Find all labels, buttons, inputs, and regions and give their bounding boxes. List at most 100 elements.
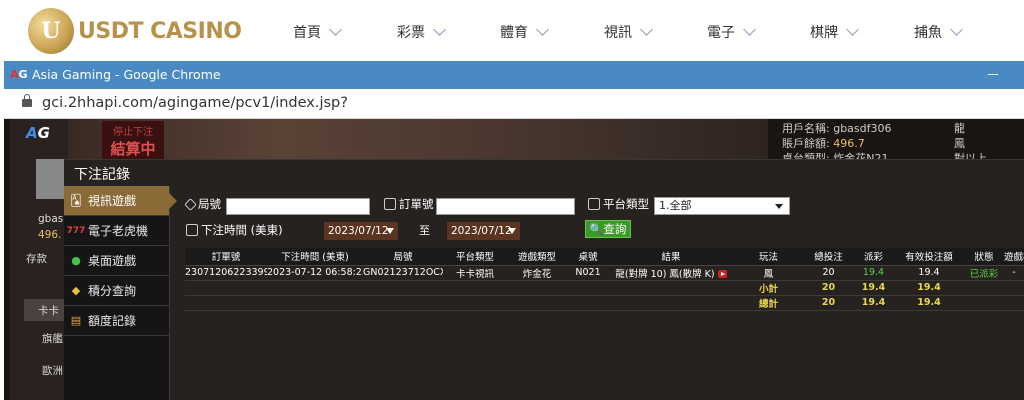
nav-fishing[interactable]: 捕魚 (914, 22, 963, 42)
menu-live-games[interactable]: 🂡 視訊遊戲 (64, 186, 177, 216)
chevron-down-icon (743, 23, 756, 36)
menu-label: 積分查詢 (88, 284, 137, 298)
table-header-row: 訂單號 下注時間 (美東) 局號 平台類型 遊戲類型 桌號 結果 玩法 總投注 … (185, 248, 1024, 266)
casino-logo[interactable]: U USDT CASINO (28, 8, 242, 54)
nav-label: 電子 (707, 25, 735, 41)
col-header: 平台類型 (443, 248, 507, 266)
time-label-text: 下注時間 (美東) (201, 223, 283, 237)
cell-mode: - (1004, 265, 1024, 281)
side-deposit[interactable]: 存款 (26, 251, 47, 266)
subtotal-row: 小計 20 19.4 19.4 (185, 280, 1024, 296)
bet-record-modal: 下注記錄 🂡 視訊遊戲 777 電子老虎機 ● 桌面遊戲 ◆ 積分查詢 ▤ 額度… (64, 159, 1024, 400)
nav-chess[interactable]: 棋牌 (810, 22, 859, 42)
chevron-down-icon (846, 23, 859, 36)
total-valid: 19.4 (894, 295, 964, 311)
platform-select[interactable]: 1.全部 (654, 197, 790, 215)
col-header: 結果 (609, 248, 733, 266)
modal-title: 下注記錄 (74, 167, 130, 183)
side-username: gbas (38, 213, 64, 225)
date-from-select[interactable]: 2023/07/12 (324, 222, 398, 240)
cell-table: N021 (567, 265, 609, 281)
search-button[interactable]: 🔍查詢 (585, 220, 631, 238)
tag-icon (184, 197, 197, 211)
date-to-value: 2023/07/12 (451, 225, 512, 237)
lock-icon (22, 94, 32, 107)
table-row: 230712062233996 2023-07-12 06:58:23 GN02… (185, 265, 1024, 281)
dropdown-arrow-icon (508, 228, 516, 234)
cell-round: GN02123712OCX (363, 265, 443, 281)
minimize-button[interactable] (988, 74, 998, 75)
menu-points-query[interactable]: ◆ 積分查詢 (64, 276, 169, 306)
platform-label-text: 平台類型 (603, 197, 649, 211)
cell-payout: 19.4 (853, 265, 894, 281)
nav-home[interactable]: 首頁 (293, 22, 342, 42)
to-label: 至 (419, 224, 430, 237)
browser-titlebar[interactable]: AG Asia Gaming - Google Chrome (4, 61, 1024, 89)
order-input[interactable] (436, 198, 575, 215)
cell-result: 龍(對牌 10) 鳳(散牌 K) (609, 265, 733, 281)
cards-icon: 🂡 (70, 194, 82, 207)
dealer-video (68, 119, 768, 161)
status-big: 結算中 (110, 140, 156, 158)
col-header: 遊戲模 (1004, 248, 1024, 266)
dropdown-arrow-icon (775, 204, 783, 209)
record-menu: 🂡 視訊遊戲 777 電子老虎機 ● 桌面遊戲 ◆ 積分查詢 ▤ 額度記錄 (64, 186, 177, 400)
side-label: 鳳 (954, 137, 965, 150)
nav-slots[interactable]: 電子 (707, 22, 756, 42)
time-label: 下注時間 (美東) (186, 222, 283, 238)
browser-title: Asia Gaming - Google Chrome (32, 67, 221, 82)
chevron-down-icon (329, 23, 342, 36)
platform-label: 平台類型 (588, 196, 649, 212)
nav-lottery[interactable]: 彩票 (397, 22, 446, 42)
menu-slot-games[interactable]: 777 電子老虎機 (64, 216, 169, 246)
order-label: 訂單號 (384, 196, 434, 212)
cell-time: 2023-07-12 06:58:23 (267, 265, 363, 281)
date-to-select[interactable]: 2023/07/12 (447, 222, 520, 240)
col-header: 總投注 (804, 248, 853, 266)
search-icon: 🔍 (589, 222, 604, 236)
search-label: 查詢 (603, 222, 627, 236)
round-label: 局號 (184, 196, 221, 212)
records-table: 訂單號 下注時間 (美東) 局號 平台類型 遊戲類型 桌號 結果 玩法 總投注 … (185, 248, 1024, 311)
subtotal-label: 小計 (733, 280, 804, 296)
url-text[interactable]: gci.2hhapi.com/agingame/pcv1/index.jsp? (42, 95, 348, 111)
status-badge: 停止下注 結算中 (102, 121, 164, 159)
dropdown-arrow-icon (386, 228, 394, 234)
status-small: 停止下注 (113, 127, 153, 138)
chevron-down-icon (433, 23, 446, 36)
result-text: 龍(對牌 10) 鳳(散牌 K) (615, 268, 715, 280)
order-label-text: 訂單號 (399, 197, 434, 211)
balance-label: 賬戶餘額: (782, 137, 830, 150)
balance-value: 496.7 (833, 137, 865, 150)
menu-table-games[interactable]: ● 桌面遊戲 (64, 246, 169, 276)
round-input[interactable] (226, 198, 370, 215)
logo-text: USDT CASINO (78, 18, 242, 44)
nav-sports[interactable]: 體育 (500, 22, 549, 42)
menu-credit-records[interactable]: ▤ 額度記錄 (64, 306, 169, 336)
nav-label: 捕魚 (914, 25, 942, 41)
document-icon: ▤ (70, 314, 82, 327)
video-replay-icon[interactable] (717, 270, 727, 278)
slot-777-icon: 777 (66, 225, 86, 236)
dice-icon: ● (71, 254, 81, 267)
chevron-down-icon (950, 23, 963, 36)
date-from-value: 2023/07/12 (328, 225, 389, 237)
nav-label: 體育 (500, 25, 528, 41)
calendar-icon (186, 224, 198, 236)
cell-platform: 卡卡視訊 (443, 265, 507, 281)
address-bar[interactable]: gci.2hhapi.com/agingame/pcv1/index.jsp? (4, 89, 1024, 119)
nav-label: 首頁 (293, 25, 321, 41)
chevron-down-icon (536, 23, 549, 36)
col-header: 有效投注額 (894, 248, 964, 266)
total-bet: 20 (804, 295, 853, 311)
ag-app-icon: AG (10, 68, 28, 81)
col-header: 桌號 (567, 248, 609, 266)
subtotal-valid: 19.4 (894, 280, 964, 296)
nav-live[interactable]: 視訊 (604, 22, 653, 42)
col-header: 局號 (363, 248, 443, 266)
ag-logo: AG (26, 124, 50, 142)
username: gbasdf306 (833, 122, 892, 135)
side-balance: 496. (38, 229, 62, 241)
cell-order: 230712062233996 (185, 265, 267, 281)
chevron-down-icon (640, 23, 653, 36)
